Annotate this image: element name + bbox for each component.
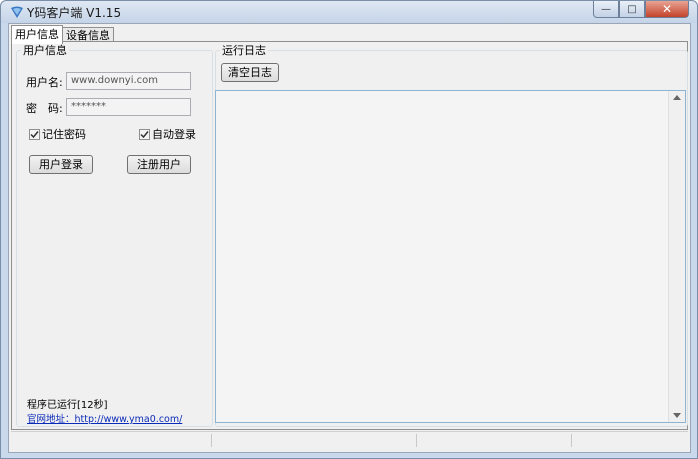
runtime-status: 程序已运行[12秒]: [27, 400, 108, 411]
remember-password-label: 记住密码: [42, 128, 86, 141]
checkbox-checked-icon: [139, 128, 150, 140]
app-logo-icon: [11, 6, 23, 18]
auto-login-label: 自动登录: [152, 128, 196, 141]
checkbox-checked-icon: [29, 128, 40, 140]
password-label: 密 码:: [26, 102, 63, 115]
app-window: Y码客户端 V1.15 — □ ✕ 用户信息 设备信息 用户信息 用户名: ww…: [0, 0, 698, 459]
scroll-down-icon[interactable]: [673, 413, 681, 418]
log-legend: 运行日志: [222, 44, 266, 57]
minimize-button[interactable]: —: [593, 1, 619, 18]
tab-user-info[interactable]: 用户信息: [11, 25, 63, 44]
login-button[interactable]: 用户登录: [29, 155, 93, 174]
maximize-button[interactable]: □: [619, 1, 645, 18]
title-bar[interactable]: Y码客户端 V1.15 — □ ✕: [1, 1, 697, 23]
tab-page-user-info: 用户信息 用户名: www.downyi.com 密 码: ******* 记住…: [11, 41, 688, 430]
log-textarea[interactable]: [215, 90, 686, 423]
username-label: 用户名:: [26, 76, 63, 89]
log-scrollbar[interactable]: [668, 91, 685, 422]
client-area: 用户信息 设备信息 用户信息 用户名: www.downyi.com 密 码: …: [8, 23, 691, 453]
close-icon: ✕: [661, 2, 673, 16]
status-bar: [11, 431, 688, 450]
register-button[interactable]: 注册用户: [127, 155, 191, 174]
close-button[interactable]: ✕: [645, 1, 689, 18]
window-title: Y码客户端 V1.15: [27, 6, 122, 20]
minimize-icon: —: [601, 3, 611, 15]
user-info-legend: 用户信息: [23, 44, 67, 57]
clear-log-button[interactable]: 清空日志: [221, 63, 279, 82]
password-field[interactable]: *******: [66, 98, 191, 116]
status-divider: [416, 434, 417, 447]
maximize-icon: □: [627, 3, 637, 15]
username-field[interactable]: www.downyi.com: [66, 72, 191, 90]
caption-buttons: — □ ✕: [593, 1, 689, 19]
website-link[interactable]: 官网地址：http://www.yma0.com/: [27, 411, 182, 425]
status-divider: [211, 434, 212, 447]
auto-login-checkbox[interactable]: 自动登录: [139, 126, 196, 142]
status-divider: [571, 434, 572, 447]
remember-password-checkbox[interactable]: 记住密码: [29, 126, 86, 142]
scroll-up-icon[interactable]: [673, 95, 681, 100]
